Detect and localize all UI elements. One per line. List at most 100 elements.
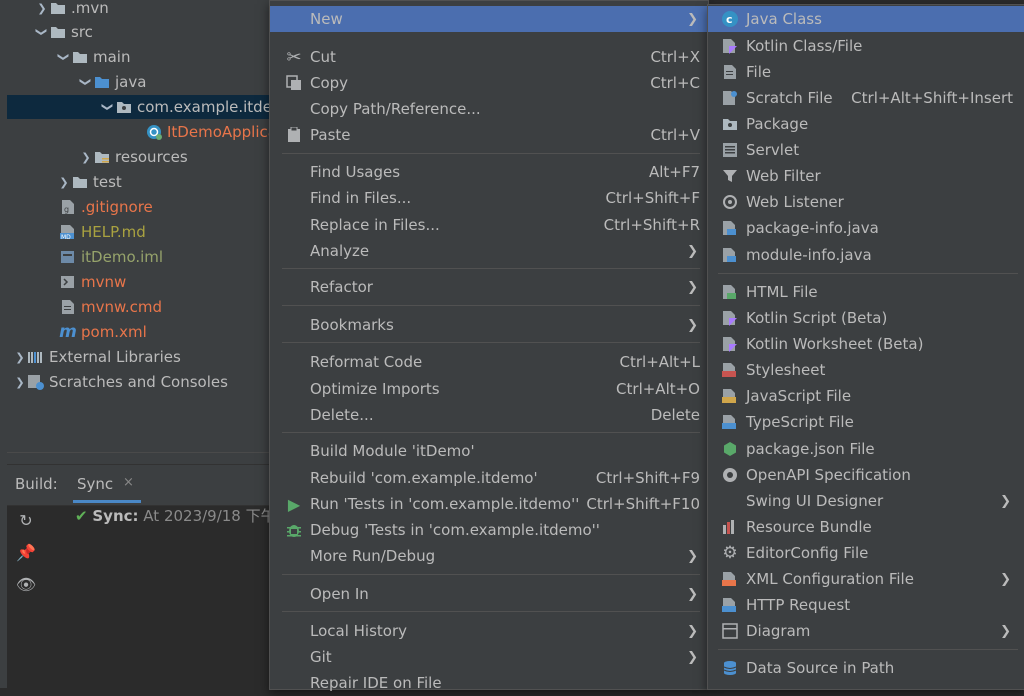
submenu-item-html-file[interactable]: HTML File	[708, 279, 1024, 305]
submenu-item-resource-bundle[interactable]: Resource Bundle	[708, 514, 1024, 540]
chevron-right-icon: ❯	[687, 548, 698, 564]
submenu-item-stylesheet[interactable]: Stylesheet	[708, 357, 1024, 383]
submenu-item-module-info[interactable]: module-info.java	[708, 242, 1024, 268]
submenu-item-servlet[interactable]: Servlet	[708, 137, 1024, 163]
menu-separator	[282, 432, 700, 433]
menu-item-delete[interactable]: Delete... Delete	[270, 402, 708, 428]
tree-item-external-libraries[interactable]: ❯ External Libraries	[7, 345, 269, 369]
openapi-icon	[720, 465, 740, 485]
tree-item-scratches[interactable]: ❯ Scratches and Consoles	[7, 370, 269, 394]
submenu-item-kotlin-worksheet[interactable]: Kotlin Worksheet (Beta)	[708, 331, 1024, 357]
sync-result-row[interactable]: ✔ Sync: At 2023/9/18 下午	[75, 505, 276, 526]
submenu-item-scratch-file[interactable]: Scratch File Ctrl+Alt+Shift+Insert	[708, 85, 1024, 111]
menu-item-open-in[interactable]: Open In ❯	[270, 581, 708, 607]
menu-item-local-history[interactable]: Local History ❯	[270, 618, 708, 644]
gear-icon: ⚙	[722, 543, 738, 563]
submenu-item-javascript[interactable]: JavaScript File	[708, 383, 1024, 409]
chevron-right-icon: ❯	[1000, 571, 1011, 587]
menu-item-optimize-imports[interactable]: Optimize Imports Ctrl+Alt+O	[270, 376, 708, 402]
chevron-right-icon[interactable]: ❯	[79, 145, 93, 169]
tree-item-application-class[interactable]: ItDemoApplica	[7, 120, 269, 144]
build-header: Build: Sync ×	[7, 465, 269, 506]
tree-item-mvn[interactable]: ❯ .mvn	[7, 0, 269, 20]
chevron-down-icon[interactable]: ❯	[96, 100, 120, 114]
menu-item-replace-in-files[interactable]: Replace in Files... Ctrl+Shift+R	[270, 212, 708, 238]
chevron-right-icon[interactable]: ❯	[13, 345, 27, 369]
submenu-item-openapi[interactable]: OpenAPI Specification	[708, 462, 1024, 488]
package-icon	[720, 114, 740, 134]
tree-item-mvnw[interactable]: mvnw	[7, 270, 269, 294]
submenu-item-package-json[interactable]: package.json File	[708, 436, 1024, 462]
menu-item-find-in-files[interactable]: Find in Files... Ctrl+Shift+F	[270, 185, 708, 211]
kotlin-script-icon	[720, 308, 740, 328]
tree-item-resources[interactable]: ❯ resources	[7, 145, 269, 169]
submenu-item-web-listener[interactable]: Web Listener	[708, 189, 1024, 215]
menu-item-run[interactable]: ▶ Run 'Tests in 'com.example.itdemo'' Ct…	[270, 491, 708, 517]
chevron-right-icon[interactable]: ❯	[13, 370, 27, 394]
chevron-right-icon: ❯	[687, 279, 698, 295]
tree-item-main[interactable]: ❯ main	[7, 45, 269, 69]
tree-item-gitignore[interactable]: g .gitignore	[7, 195, 269, 219]
menu-item-more-run-debug[interactable]: More Run/Debug ❯	[270, 543, 708, 569]
submenu-item-web-filter[interactable]: Web Filter	[708, 163, 1024, 189]
submenu-item-diagram[interactable]: Diagram ❯	[708, 618, 1024, 644]
submenu-item-kotlin-script[interactable]: Kotlin Script (Beta)	[708, 305, 1024, 331]
menu-item-analyze[interactable]: Analyze ❯	[270, 238, 708, 264]
tree-item-iml[interactable]: itDemo.iml	[7, 245, 269, 269]
chevron-right-icon[interactable]: ❯	[57, 170, 71, 194]
tree-item-mvnw-cmd[interactable]: mvnw.cmd	[7, 295, 269, 319]
submenu-item-swing-ui[interactable]: Swing UI Designer ❯	[708, 488, 1024, 514]
submenu-item-data-source[interactable]: Data Source in Path	[708, 655, 1024, 681]
menu-item-refactor[interactable]: Refactor ❯	[270, 274, 708, 300]
chevron-down-icon[interactable]: ❯	[74, 75, 98, 89]
menu-item-new[interactable]: New ❯	[270, 6, 708, 32]
menu-item-bookmarks[interactable]: Bookmarks ❯	[270, 312, 708, 338]
tree-item-package[interactable]: ❯ com.example.itde	[7, 95, 269, 119]
tree-item-pom[interactable]: m pom.xml	[7, 320, 269, 344]
submenu-item-package[interactable]: Package	[708, 111, 1024, 137]
submenu-item-kotlin-class[interactable]: Kotlin Class/File	[708, 33, 1024, 59]
refresh-icon[interactable]: ↻	[15, 509, 37, 531]
chevron-down-icon[interactable]: ❯	[52, 50, 76, 64]
submenu-item-java-class[interactable]: c Java Class	[708, 6, 1024, 32]
menu-item-copy[interactable]: Copy Ctrl+C	[270, 70, 708, 96]
eye-icon[interactable]: 👁	[15, 573, 37, 595]
text-file-icon	[59, 298, 77, 316]
menu-item-paste[interactable]: Paste Ctrl+V	[270, 122, 708, 148]
menu-item-cut[interactable]: ✂ Cut Ctrl+X	[270, 44, 708, 70]
menu-item-rebuild[interactable]: Rebuild 'com.example.itdemo' Ctrl+Shift+…	[270, 465, 708, 491]
submenu-item-typescript[interactable]: TypeScript File	[708, 409, 1024, 435]
java-file-icon	[720, 245, 740, 265]
menu-item-reformat-code[interactable]: Reformat Code Ctrl+Alt+L	[270, 349, 708, 375]
submenu-item-package-info[interactable]: package-info.java	[708, 215, 1024, 241]
pin-icon[interactable]: 📌	[15, 541, 37, 563]
menu-item-build-module[interactable]: Build Module 'itDemo'	[270, 438, 708, 464]
submenu-item-editorconfig[interactable]: ⚙ EditorConfig File	[708, 540, 1024, 566]
kotlin-file-icon	[720, 36, 740, 56]
css-file-icon	[720, 360, 740, 380]
submenu-item-file[interactable]: File	[708, 59, 1024, 85]
ts-file-icon	[720, 412, 740, 432]
shell-script-icon	[59, 273, 77, 291]
tab-sync[interactable]: Sync	[77, 475, 113, 493]
chevron-right-icon[interactable]: ❯	[35, 0, 49, 20]
submenu-item-http-request[interactable]: HTTP Request	[708, 592, 1024, 618]
tree-item-src[interactable]: ❯ src	[7, 20, 269, 44]
chevron-right-icon: ❯	[1000, 623, 1011, 639]
markdown-file-icon: MD	[59, 223, 77, 241]
tree-item-help-md[interactable]: MD HELP.md	[7, 220, 269, 244]
menu-item-debug[interactable]: Debug 'Tests in 'com.example.itdemo''	[270, 517, 708, 543]
menu-item-find-usages[interactable]: Find Usages Alt+F7	[270, 159, 708, 185]
menu-item-git[interactable]: Git ❯	[270, 644, 708, 670]
chevron-down-icon[interactable]: ❯	[30, 25, 54, 39]
run-icon: ▶	[287, 494, 301, 514]
java-class-icon: c	[720, 9, 740, 29]
debug-icon	[284, 520, 304, 540]
tree-item-java[interactable]: ❯ java	[7, 70, 269, 94]
submenu-item-xml-config[interactable]: XML Configuration File ❯	[708, 566, 1024, 592]
close-icon[interactable]: ×	[123, 475, 134, 490]
tree-item-test[interactable]: ❯ test	[7, 170, 269, 194]
listener-icon	[720, 192, 740, 212]
menu-item-copy-path[interactable]: Copy Path/Reference...	[270, 96, 708, 122]
menu-item-repair-ide[interactable]: Repair IDE on File	[270, 670, 708, 696]
